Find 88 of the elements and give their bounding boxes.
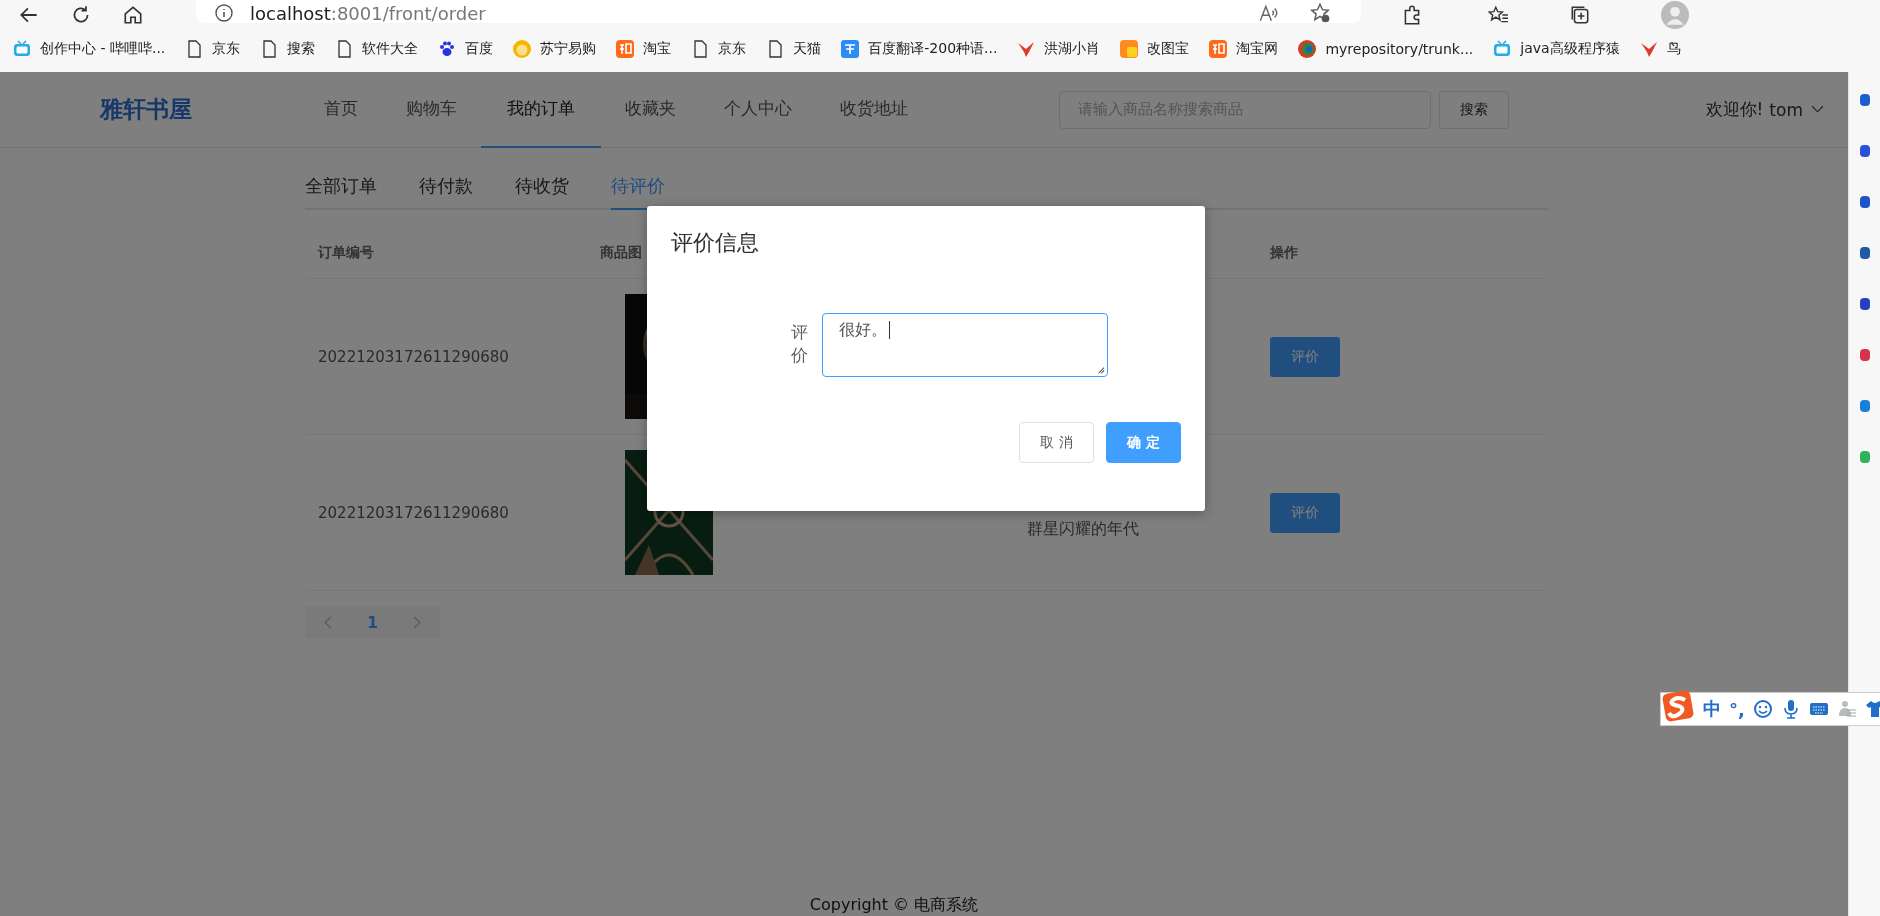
column-header: 商品图 bbox=[599, 244, 643, 262]
bookmark-label: 淘宝网 bbox=[1236, 40, 1279, 58]
bookmark-item[interactable]: 创作中心 - 哔哩哔... bbox=[12, 39, 166, 59]
shirt-icon[interactable] bbox=[1864, 699, 1880, 719]
site-logo[interactable]: 雅轩书屋 bbox=[100, 94, 290, 125]
confirm-button[interactable]: 确 定 bbox=[1106, 422, 1181, 463]
user-menu[interactable]: tom bbox=[1769, 99, 1803, 120]
bookmark-item[interactable]: 淘宝网 bbox=[1208, 39, 1279, 59]
square-icon bbox=[1119, 39, 1140, 59]
bookmark-label: 鸟 bbox=[1666, 40, 1681, 58]
bookmark-label: 苏宁易购 bbox=[540, 40, 597, 58]
sidebar-app-icon[interactable] bbox=[1859, 92, 1870, 108]
punctuation-toggle[interactable]: °, bbox=[1729, 698, 1745, 720]
bookmark-label: 淘宝 bbox=[643, 40, 672, 58]
table-cell-text: 20221203172611290680 bbox=[317, 503, 510, 522]
search-button[interactable]: 搜索 bbox=[1439, 90, 1509, 129]
sidebar-app-icon[interactable] bbox=[1859, 347, 1870, 363]
bookmark-label: java高级程序猿 bbox=[1520, 40, 1620, 58]
sidebar-app-icon[interactable] bbox=[1859, 245, 1870, 261]
sidebar-app-icon[interactable] bbox=[1859, 143, 1870, 159]
globe-icon bbox=[1297, 39, 1318, 59]
bookmark-item[interactable]: 天猫 bbox=[765, 39, 822, 59]
order-tab[interactable]: 待付款 bbox=[419, 174, 473, 210]
bookmark-label: 改图宝 bbox=[1147, 40, 1190, 58]
bookmark-item[interactable]: 改图宝 bbox=[1119, 39, 1190, 59]
bookmark-item[interactable]: 苏宁易购 bbox=[512, 39, 597, 59]
column-header: 操作 bbox=[1270, 244, 1298, 262]
bookmark-item[interactable]: 百度翻译-200种语... bbox=[840, 39, 998, 59]
bird-icon bbox=[1638, 39, 1659, 59]
url-path: :8001/front/order bbox=[330, 2, 486, 24]
sidebar-app-icon[interactable] bbox=[1859, 296, 1870, 312]
read-aloud-icon[interactable] bbox=[1257, 2, 1279, 24]
bird-icon bbox=[1016, 39, 1037, 59]
bookmark-item[interactable]: 软件大全 bbox=[334, 39, 419, 59]
bookmark-item[interactable]: 鸟 bbox=[1638, 39, 1681, 59]
bookmark-item[interactable]: myrepository/trunk... bbox=[1297, 39, 1474, 59]
nav-link[interactable]: 购物车 bbox=[382, 71, 481, 148]
tao-icon bbox=[615, 39, 636, 59]
nav-link[interactable]: 个人中心 bbox=[700, 71, 816, 148]
bookmark-label: 百度 bbox=[465, 40, 494, 58]
smiley-icon[interactable] bbox=[1752, 699, 1773, 719]
order-tab[interactable]: 待收货 bbox=[515, 174, 569, 210]
bookmark-label: 创作中心 - 哔哩哔... bbox=[40, 40, 166, 58]
table-cell-text: 20221203172611290680 bbox=[317, 347, 510, 366]
tv-icon bbox=[12, 39, 32, 59]
sidebar-app-icon[interactable] bbox=[1859, 194, 1870, 210]
s-logo-icon[interactable] bbox=[1661, 689, 1695, 723]
nav-link[interactable]: 收货地址 bbox=[816, 71, 932, 148]
sidebar-app-icon[interactable] bbox=[1859, 398, 1870, 414]
table-cell: 群星闪耀的年代 bbox=[1026, 519, 1139, 540]
home-icon[interactable] bbox=[122, 4, 144, 26]
resize-handle-icon[interactable] bbox=[1096, 365, 1105, 374]
field-label: 评价 bbox=[791, 321, 809, 367]
nav-link[interactable]: 首页 bbox=[300, 71, 382, 148]
welcome-text: 欢迎你! bbox=[1705, 98, 1764, 121]
bookmark-label: 京东 bbox=[212, 40, 241, 58]
bookmark-label: 天猫 bbox=[793, 40, 822, 58]
bookmark-label: 搜索 bbox=[287, 40, 316, 58]
copyright-text: Copyright © 电商系统 bbox=[809, 895, 979, 916]
bookmark-item[interactable]: 百度 bbox=[437, 39, 494, 59]
chevron-down-icon[interactable] bbox=[1811, 105, 1824, 114]
address-bar[interactable]: localhost:8001/front/order bbox=[196, 0, 1361, 23]
bookmark-label: 软件大全 bbox=[362, 40, 419, 58]
bookmark-item[interactable]: 搜索 bbox=[259, 39, 316, 59]
review-text-field[interactable]: 很好。 bbox=[822, 313, 1108, 377]
bookmark-item[interactable]: java高级程序猿 bbox=[1492, 39, 1620, 59]
star-add-icon[interactable] bbox=[1309, 2, 1331, 24]
order-tab[interactable]: 全部订单 bbox=[305, 174, 377, 210]
nav-link[interactable]: 我的订单 bbox=[481, 71, 601, 148]
bookmark-label: myrepository/trunk... bbox=[1325, 41, 1474, 57]
dialog-title: 评价信息 bbox=[671, 229, 760, 257]
translate-icon bbox=[840, 39, 861, 59]
column-header: 订单编号 bbox=[316, 244, 375, 262]
bookmark-item[interactable]: 京东 bbox=[690, 39, 747, 59]
nav-link[interactable]: 收藏夹 bbox=[601, 71, 700, 148]
url-host: localhost bbox=[250, 2, 331, 24]
collections-icon[interactable] bbox=[1569, 4, 1591, 26]
tao-icon bbox=[1208, 39, 1229, 59]
bookmark-label: 京东 bbox=[718, 40, 747, 58]
bookmark-item[interactable]: 洪湖小肖 bbox=[1016, 39, 1101, 59]
bookmark-label: 百度翻译-200种语... bbox=[868, 40, 998, 58]
tv-icon bbox=[1492, 39, 1513, 59]
info-icon[interactable] bbox=[214, 3, 234, 23]
input-mode-toggle[interactable]: 中 bbox=[1703, 697, 1721, 721]
bookmark-item[interactable]: 淘宝 bbox=[615, 39, 672, 59]
cancel-button[interactable]: 取 消 bbox=[1019, 422, 1094, 463]
bookmark-item[interactable]: 京东 bbox=[184, 39, 241, 59]
bookmark-label: 洪湖小肖 bbox=[1044, 40, 1101, 58]
